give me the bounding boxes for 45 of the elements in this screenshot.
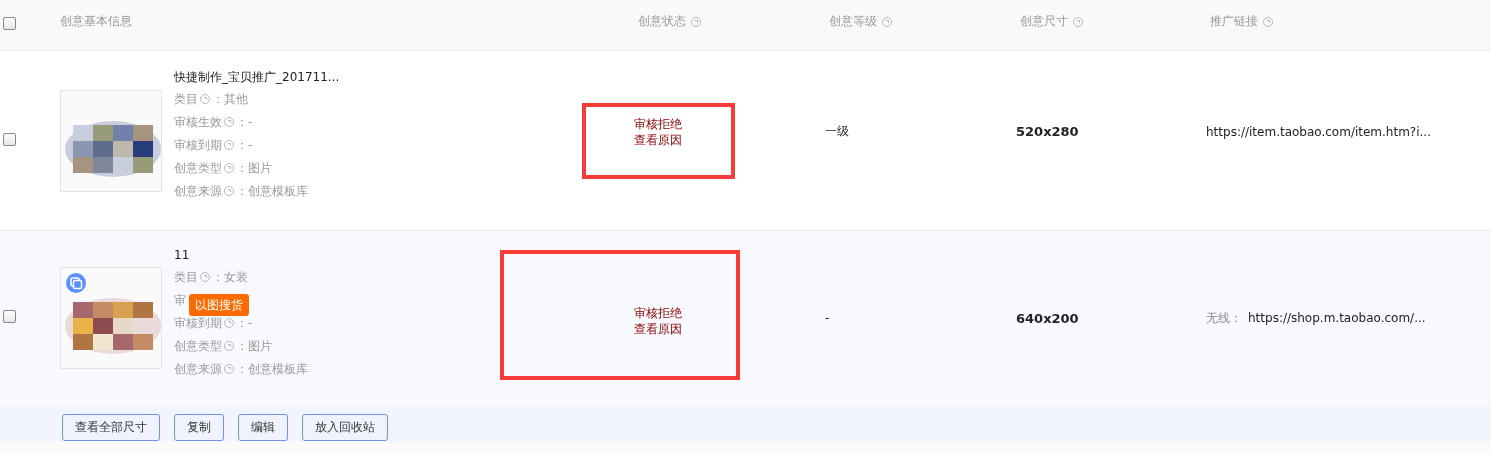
row-checkbox[interactable] — [3, 310, 16, 323]
size-text: 640x200 — [1016, 310, 1079, 326]
creative-title: 11 — [174, 246, 191, 264]
field-label: 审 — [174, 292, 186, 307]
action-button[interactable]: 放入回收站 — [302, 414, 388, 441]
grade-text: 一级 — [825, 124, 849, 138]
field-value: ：- — [236, 138, 253, 152]
view-reason-link[interactable]: 查看原因 — [634, 321, 682, 337]
field-value: ：创意模板库 — [236, 184, 308, 198]
field-label: 审核到期 — [174, 315, 222, 330]
row-checkbox[interactable] — [3, 132, 16, 146]
column-header: 创意状态 — [638, 12, 686, 30]
field-label: 类目 — [174, 92, 198, 106]
field-label: 审核到期 — [174, 138, 222, 152]
field-value: ：图片 — [236, 161, 272, 175]
action-button[interactable]: 查看全部尺寸 — [62, 414, 160, 441]
column-header: 创意基本信息 — [60, 12, 132, 30]
field-label: 审核生效 — [174, 115, 222, 129]
copy-icon[interactable] — [66, 273, 86, 293]
status-text: 审核拒绝 — [634, 305, 682, 321]
action-button[interactable]: 编辑 — [238, 414, 288, 441]
field-label: 创意类型 — [174, 161, 222, 175]
field-value: ：- — [236, 315, 253, 330]
column-header: 创意等级 — [829, 12, 877, 30]
view-reason-link[interactable]: 查看原因 — [634, 131, 682, 148]
field-value: ：图片 — [236, 338, 272, 353]
promo-link[interactable]: https://shop.m.taobao.com/... — [1248, 310, 1426, 325]
promo-link[interactable]: https://item.taobao.com/item.htm?i... — [1206, 124, 1431, 139]
field-label: 创意来源 — [174, 184, 222, 198]
creative-title: 快捷制作_宝贝推广_201711... — [174, 69, 340, 86]
field-value: ：- — [236, 115, 253, 129]
field-label: 类目 — [174, 269, 198, 284]
field-label: 创意来源 — [174, 361, 222, 376]
field-value: ：女装 — [212, 269, 248, 284]
size-text: 520x280 — [1016, 124, 1079, 139]
column-header: 创意尺寸 — [1020, 12, 1068, 30]
field-value: ：其他 — [212, 92, 248, 106]
select-all-checkbox[interactable] — [3, 17, 16, 30]
status-text: 审核拒绝 — [634, 115, 682, 132]
column-header: 推广链接 — [1210, 12, 1258, 30]
field-value: ：创意模板库 — [236, 361, 308, 376]
link-label: 无线： — [1206, 310, 1242, 325]
field-label: 创意类型 — [174, 338, 222, 353]
grade-text: - — [825, 311, 830, 325]
action-button[interactable]: 复制 — [174, 414, 224, 441]
